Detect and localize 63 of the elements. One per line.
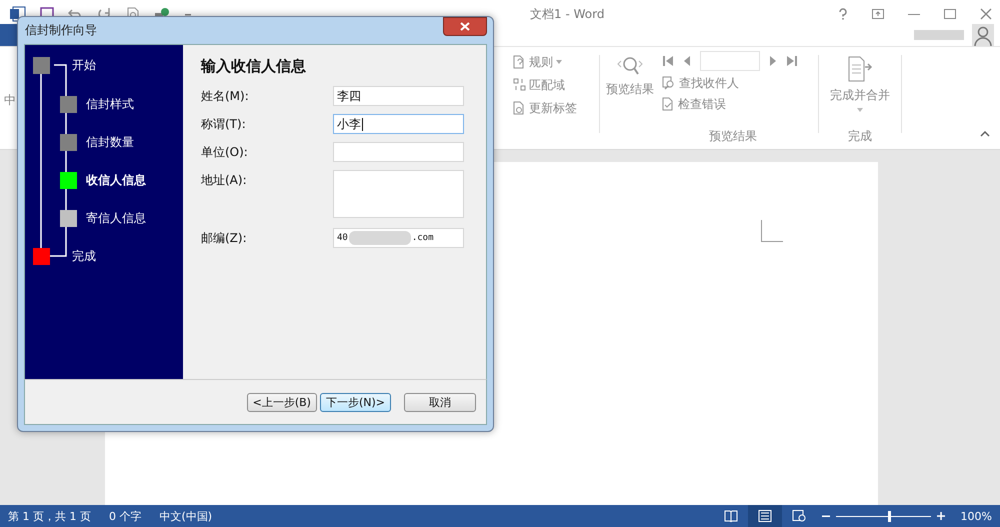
check-document-icon	[662, 97, 675, 111]
field-label: 称谓(T):	[201, 116, 247, 133]
avatar-icon[interactable]	[972, 24, 994, 46]
ribbon-small-button[interactable]: 规则	[513, 53, 593, 71]
zoom-in-icon[interactable]	[936, 512, 945, 520]
wizard-step[interactable]: 寄信人信息	[86, 210, 146, 226]
ribbon-small-button[interactable]: 匹配域	[513, 76, 593, 94]
next-record-icon[interactable]	[768, 55, 778, 67]
close-icon[interactable]	[980, 8, 992, 20]
input-field[interactable]: 小李	[333, 114, 464, 134]
group-label: 预览结果	[708, 128, 758, 145]
collapse-ribbon-icon[interactable]	[980, 131, 990, 137]
group-label: 完成	[847, 128, 873, 145]
ribbon-small-button[interactable]: 查找收件人	[662, 74, 812, 92]
ribbon-label: 中	[4, 92, 16, 108]
wizard-step[interactable]: 信封数量	[86, 134, 134, 150]
input-field[interactable]: 40 .com	[333, 228, 464, 248]
ribbon-small-button[interactable]: 检查错误	[662, 95, 812, 113]
record-number-field[interactable]	[700, 51, 760, 71]
dialog-button[interactable]: 下一步(N)>	[320, 392, 391, 412]
dropdown-caret-icon	[556, 60, 562, 64]
preview-results-button[interactable]: 预览结果	[606, 51, 654, 149]
close-button[interactable]	[443, 17, 487, 36]
zoom-slider-thumb[interactable]	[888, 510, 891, 522]
help-icon[interactable]	[838, 8, 848, 20]
find-icon	[662, 76, 676, 90]
finish-merge-button[interactable]: 完成并合并	[830, 51, 890, 112]
window-title: 文档1 - Word	[530, 6, 604, 22]
page-count[interactable]: 第 1 页，共 1 页	[8, 508, 91, 524]
wizard-step[interactable]: 收信人信息	[86, 172, 146, 188]
fields-icon	[513, 78, 526, 92]
close-icon	[460, 22, 470, 31]
web-page-icon	[792, 510, 806, 522]
wizard-step[interactable]: 信封样式	[86, 96, 134, 112]
field-label: 单位(O):	[201, 144, 249, 161]
field-label: 姓名(M):	[201, 88, 250, 105]
input-field[interactable]	[333, 142, 464, 162]
wizard-step[interactable]: 开始	[72, 56, 96, 74]
field-label: 邮编(Z):	[201, 230, 248, 247]
word-count[interactable]: 0 个字	[108, 508, 142, 524]
field-label: 地址(A):	[201, 172, 248, 189]
view-button[interactable]	[748, 505, 782, 527]
input-field[interactable]: 李四	[333, 86, 464, 106]
previous-record-icon[interactable]	[682, 55, 692, 67]
book-icon	[724, 510, 738, 522]
last-record-icon[interactable]	[786, 55, 798, 67]
page-icon	[758, 510, 772, 522]
maximize-icon[interactable]	[944, 9, 956, 19]
dialog-button[interactable]: 取消	[404, 392, 476, 412]
language[interactable]: 中文(中国)	[159, 508, 212, 524]
dialog-button[interactable]: <上一步(B)	[246, 392, 317, 412]
dialog-title: 信封制作向导	[25, 22, 97, 39]
first-record-icon[interactable]	[662, 55, 674, 67]
document-question-icon	[513, 55, 526, 69]
ribbon-display-icon[interactable]	[872, 9, 884, 19]
magnifier-icon	[615, 55, 645, 77]
refresh-document-icon	[513, 101, 526, 115]
margin-corner-mark	[761, 220, 783, 242]
wizard-step[interactable]: 完成	[72, 248, 96, 264]
dropdown-caret-icon	[857, 108, 863, 112]
ribbon-small-button[interactable]: 更新标签	[513, 99, 593, 117]
page-heading: 输入收信人信息	[201, 57, 307, 76]
zoom-percent[interactable]: 100%	[960, 510, 992, 522]
